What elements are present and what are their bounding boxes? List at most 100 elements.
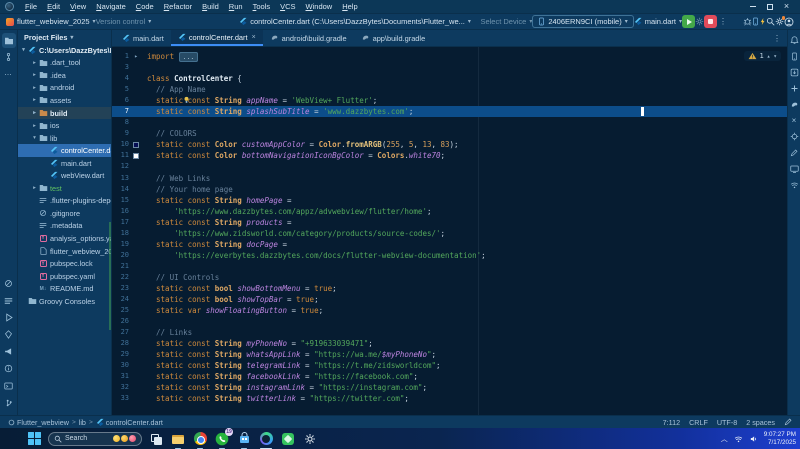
menu-code[interactable]: Code xyxy=(131,2,159,11)
code-line[interactable]: 33 static const String twitterLink = "ht… xyxy=(112,393,787,404)
tree-item[interactable]: ▸ test xyxy=(18,182,111,195)
tree-item[interactable]: ▸ assets xyxy=(18,94,111,107)
tree-item[interactable]: M↓ README.md xyxy=(18,282,111,295)
maximize-button[interactable] xyxy=(761,0,778,13)
device-phone-icon[interactable] xyxy=(789,49,800,64)
wifi-icon[interactable] xyxy=(734,435,743,443)
menu-run[interactable]: Run xyxy=(224,2,248,11)
device-manager-icon[interactable] xyxy=(789,65,800,80)
editor-tab[interactable]: main.dart xyxy=(115,30,171,46)
commit-structure-icon[interactable] xyxy=(2,49,16,64)
code-line[interactable]: 6 static const String appName = 'WebView… xyxy=(112,95,787,106)
code-line[interactable]: 22 // UI Controls xyxy=(112,272,787,283)
file-encoding[interactable]: UTF-8 xyxy=(717,418,737,427)
target-config-widget[interactable]: main.dart ▾ xyxy=(634,17,682,26)
menu-refactor[interactable]: Refactor xyxy=(159,2,197,11)
menu-window[interactable]: Window xyxy=(301,2,338,11)
tree-chevron-icon[interactable]: ▾ xyxy=(20,47,27,53)
tab-options-icon[interactable]: ⋮ xyxy=(771,34,783,43)
bug-icon[interactable] xyxy=(743,17,752,26)
sync-disabled-icon[interactable] xyxy=(2,276,16,291)
code-line[interactable]: 7 static const String splashSubTitle = '… xyxy=(112,106,787,118)
code-line[interactable]: 4 class ControlCenter { xyxy=(112,73,787,84)
run-tool-icon[interactable] xyxy=(2,310,16,325)
minimize-button[interactable] xyxy=(744,0,761,13)
menu-edit[interactable]: Edit xyxy=(42,2,65,11)
more-tool-windows-icon[interactable]: … xyxy=(2,65,16,80)
code-line[interactable]: 16 'https://www.dazzbytes.com/appz/advwe… xyxy=(112,206,787,217)
profiler-icon[interactable] xyxy=(695,17,704,26)
project-panel-header[interactable]: Project Files ▾ xyxy=(18,30,111,44)
lightning-icon[interactable] xyxy=(759,17,766,26)
menu-vcs[interactable]: VCS xyxy=(275,2,300,11)
tree-item[interactable]: Yanalysis_options.yaml xyxy=(18,232,111,245)
indent-size[interactable]: 2 spaces xyxy=(746,418,775,427)
taskbar-app-settings[interactable] xyxy=(302,431,318,447)
code-line[interactable]: 11 static const Color bottomNavigationIc… xyxy=(112,150,787,161)
code-line[interactable]: 26 xyxy=(112,316,787,327)
profiler-megaphone-icon[interactable] xyxy=(2,344,16,359)
editor-tab[interactable]: controlCenter.dart × xyxy=(170,30,263,46)
fold-arrow-icon[interactable]: ▸ xyxy=(134,51,138,62)
code-line[interactable]: 5 // App Name xyxy=(112,84,787,95)
gradle-blob-icon[interactable] xyxy=(789,97,800,112)
tree-item[interactable]: .gitignore xyxy=(18,207,111,220)
tree-chevron-icon[interactable]: ▸ xyxy=(31,60,38,66)
inspection-widget[interactable]: 1 ▴ ▾ xyxy=(743,51,781,61)
code-line[interactable]: 12 xyxy=(112,161,787,172)
profile-icon[interactable] xyxy=(784,17,794,27)
taskbar-app-whatsapp[interactable]: 19 xyxy=(214,427,233,449)
code-editor[interactable]: 1 ▸ import ... 3 4 class ControlCenter {5 // … xyxy=(112,47,787,415)
tree-item[interactable]: ▸ android xyxy=(18,82,111,95)
tree-item[interactable]: webView.dart xyxy=(18,169,111,182)
code-line[interactable]: 3 xyxy=(112,62,787,73)
code-line[interactable]: 9 // COLORS xyxy=(112,128,787,139)
code-line[interactable]: 19 static const String docPage = xyxy=(112,239,787,250)
code-line[interactable]: 27 // Links xyxy=(112,327,787,338)
tree-chevron-icon[interactable]: ▸ xyxy=(31,110,38,116)
version-control-widget[interactable]: Version control ▾ xyxy=(96,17,152,26)
taskbar-clock[interactable]: 9:07:27 PM 7/17/2025 xyxy=(764,431,796,446)
tree-chevron-icon[interactable]: ▸ xyxy=(31,85,38,91)
code-line[interactable]: 23 static const bool showBottomMenu = tr… xyxy=(112,283,787,294)
close-button[interactable]: × xyxy=(778,0,795,13)
line-ending[interactable]: CRLF xyxy=(689,418,708,427)
tree-item[interactable]: main.dart xyxy=(18,157,111,170)
close-tab-icon[interactable]: × xyxy=(252,34,256,41)
code-line[interactable]: 17 static const String products = xyxy=(112,217,787,228)
tray-chevron-icon[interactable]: ︿ xyxy=(721,434,728,444)
code-line[interactable]: 18 'https://www.zidsworld.com/category/p… xyxy=(112,228,787,239)
code-line[interactable]: 20 'https://everbytes.dazzbytes.com/docs… xyxy=(112,250,787,261)
tree-item[interactable]: Groovy Consoles xyxy=(18,295,111,308)
tree-item[interactable]: ▾ C:\Users\DazzBytes\Do... xyxy=(18,44,111,57)
project-folder-icon[interactable] xyxy=(1,33,16,48)
search-icon[interactable] xyxy=(766,17,775,26)
tree-item[interactable]: ▸ ios xyxy=(18,119,111,132)
editor-tab[interactable]: app\build.gradle xyxy=(354,30,433,46)
tree-item[interactable]: ▸ .idea xyxy=(18,69,111,82)
taskbar-app-task-view[interactable] xyxy=(148,431,164,447)
write-access-icon[interactable] xyxy=(784,418,792,426)
version-branch-icon[interactable] xyxy=(2,395,16,410)
breadcrumb-item[interactable]: Flutter_webview xyxy=(8,418,69,427)
tree-item[interactable]: .metadata xyxy=(18,220,111,233)
editor-tab[interactable]: android\build.gradle xyxy=(263,30,354,46)
speaker-icon[interactable] xyxy=(749,435,758,443)
device-selector[interactable]: 2406ERN9CI (mobile) ▾ xyxy=(532,15,634,28)
menu-tools[interactable]: Tools xyxy=(248,2,276,11)
code-line[interactable]: 21 xyxy=(112,261,787,272)
menu-navigate[interactable]: Navigate xyxy=(91,2,131,11)
folded-region[interactable]: ... xyxy=(178,52,199,62)
prev-problem-icon[interactable]: ▴ xyxy=(767,53,771,60)
tree-chevron-icon[interactable]: ▸ xyxy=(31,123,38,129)
more-actions-icon[interactable]: ⋮ xyxy=(717,17,729,26)
tree-chevron-icon[interactable]: ▸ xyxy=(31,72,38,78)
tree-item[interactable]: flutter_webview_2025... xyxy=(18,245,111,258)
next-problem-icon[interactable]: ▾ xyxy=(773,53,777,60)
code-line[interactable]: 25 static var showFloatingButton = true; xyxy=(112,305,787,316)
code-line[interactable]: 31 static const String facebookLink = "h… xyxy=(112,371,787,382)
menu-build[interactable]: Build xyxy=(197,2,224,11)
taskbar-search[interactable]: Search xyxy=(48,431,142,446)
run-button[interactable] xyxy=(682,15,695,28)
notifications-bell-icon[interactable] xyxy=(789,33,800,48)
